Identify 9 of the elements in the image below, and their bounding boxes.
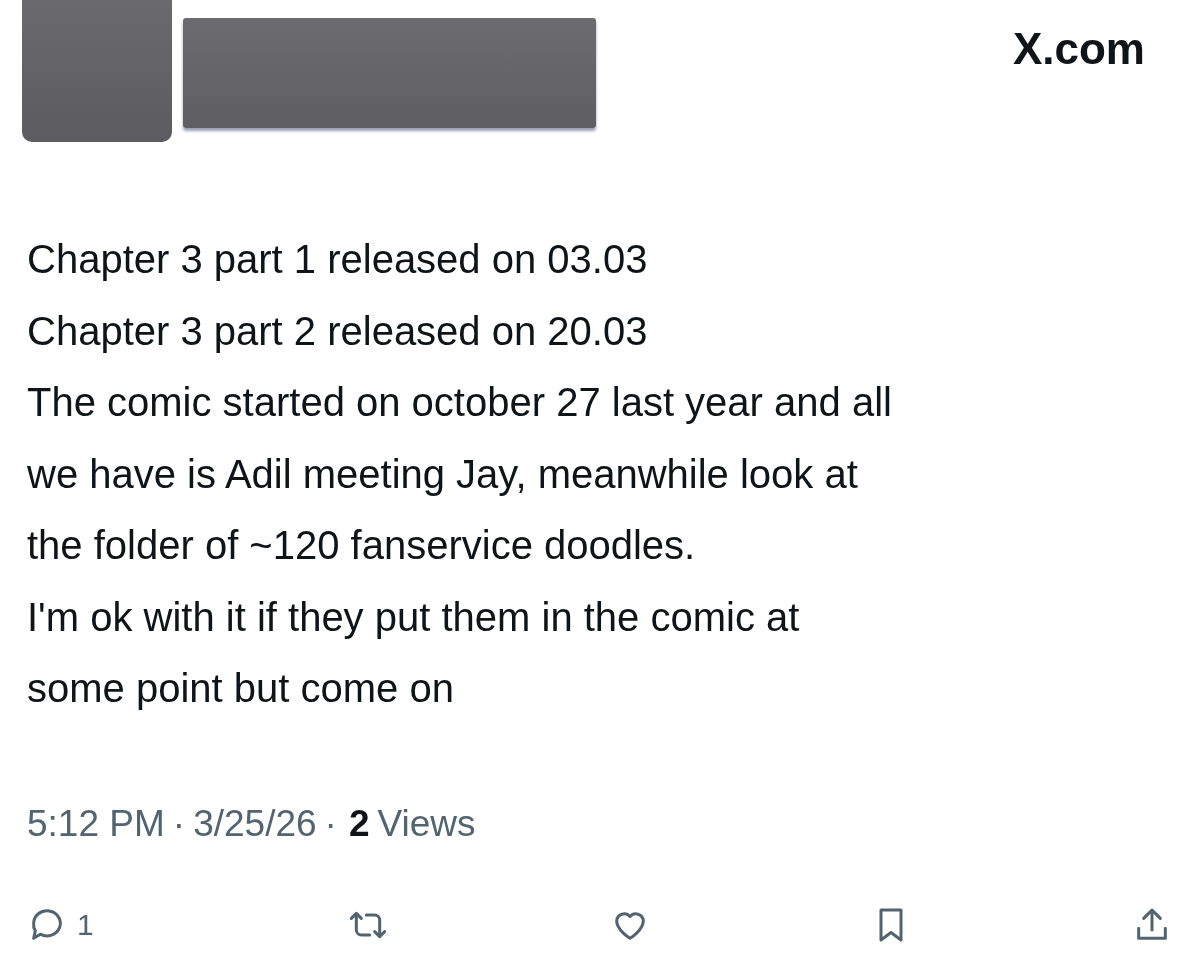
post-time: 5:12 PM: [27, 802, 165, 845]
reply-count: 1: [77, 908, 94, 942]
view-count: 2: [348, 802, 370, 845]
site-name: X.com: [1012, 24, 1145, 74]
separator-dot: ·: [172, 802, 186, 845]
post-text: Chapter 3 part 1 released on 03.03 Chapter 3 part 2 released on 20.03 The comic started on october 27 last year and all we have is Adil meeting Jay, meanwhile look at the folder of ~120 fanservice doodles. I'm ok with it if they put them in the comic at some point but come on: [26, 236, 893, 712]
views-label: Views: [377, 802, 476, 845]
post-date: 3/25/26: [193, 802, 317, 845]
separator-dot: ·: [324, 802, 337, 845]
